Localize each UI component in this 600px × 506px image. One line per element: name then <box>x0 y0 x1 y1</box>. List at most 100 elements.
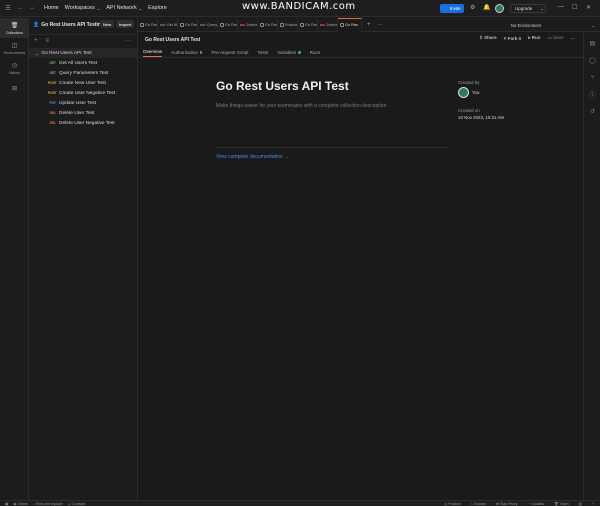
proxy-icon: ⇄ <box>496 502 500 506</box>
request-tab[interactable]: DEL Delete <box>318 17 338 32</box>
comments-icon[interactable]: ◯ <box>584 52 600 69</box>
online-label: Online <box>17 501 28 506</box>
collection-description[interactable]: Make things easier for your teammates wi… <box>216 103 388 109</box>
filter-icon[interactable]: ≡ <box>46 38 50 44</box>
share-icon: ⇪ <box>479 35 483 40</box>
run-button[interactable]: ▸ Run <box>528 35 540 41</box>
request-name: Create New User Test <box>59 80 106 86</box>
postbot-button[interactable]: ◎ Postbot <box>444 502 460 506</box>
request-tab[interactable]: GET Get Al <box>158 17 178 32</box>
request-item[interactable]: DEL Delete User Negative Test <box>29 118 137 128</box>
nav-api-network[interactable]: API Network ⌄ <box>106 5 142 11</box>
layout-icon[interactable]: ▥ <box>579 502 582 506</box>
collection-item[interactable]: ⌄ Go Rest Users API Test <box>29 48 137 58</box>
trash-button[interactable]: 🗑 Trash <box>554 502 569 506</box>
rail-history[interactable]: ◷ History <box>0 58 29 78</box>
find-replace-button[interactable]: ⌕ Find and replace <box>33 502 63 506</box>
runner-button[interactable]: ▷ Runner <box>470 502 486 506</box>
cookies-button[interactable]: ◔ Cookies <box>528 502 544 506</box>
plus-icon[interactable]: + <box>34 38 38 44</box>
environment-label: No Environment <box>511 22 542 28</box>
request-tab[interactable]: Go Res <box>218 17 238 32</box>
import-button[interactable]: Import <box>116 20 135 28</box>
request-tab[interactable]: DEL Delete <box>238 17 258 32</box>
close-icon[interactable]: ✕ <box>586 4 591 11</box>
created-on-label: Created on <box>458 108 480 113</box>
bandicam-watermark: www.BANDICAM.com <box>242 1 356 12</box>
created-on-value: 10 Nov 2023, 10:31 AM <box>458 115 504 120</box>
gear-icon[interactable]: ⚙ <box>470 4 475 11</box>
nav-explore[interactable]: Explore <box>148 5 167 11</box>
request-item[interactable]: POST Create User Negative Test <box>29 88 137 98</box>
upgrade-button[interactable]: Upgrade ⌄ <box>510 4 546 13</box>
request-item[interactable]: GET Query Parameters Test <box>29 68 137 78</box>
method-badge: GET <box>160 22 166 27</box>
nav-workspaces[interactable]: Workspaces ⌄ <box>65 5 101 11</box>
request-tab[interactable]: GET Query <box>198 17 218 32</box>
workspace-name[interactable]: Go Rest Users API Testing <box>41 22 104 28</box>
rail-configure[interactable]: ⊞ <box>0 78 29 98</box>
changelog-icon[interactable]: ⑂ <box>584 69 600 86</box>
request-item[interactable]: DEL Delete User Test <box>29 108 137 118</box>
tab-variables[interactable]: Variables <box>277 50 301 57</box>
share-button[interactable]: ⇪ Share <box>479 35 497 41</box>
request-item[interactable]: PUT Update User Test <box>29 98 137 108</box>
invite-button[interactable]: 👤 Invite <box>440 4 464 13</box>
collection-icon <box>220 22 224 27</box>
minimize-icon[interactable]: — <box>558 4 564 10</box>
online-icon: ◉ <box>13 501 17 506</box>
method-badge: GET <box>49 71 56 75</box>
collection-header-title[interactable]: Go Rest Users API Test <box>145 37 200 43</box>
tab-authorization[interactable]: Authorization <box>171 50 203 57</box>
console-label: Console <box>72 501 86 506</box>
add-tab-icon[interactable]: + <box>367 22 371 28</box>
more-icon[interactable]: ··· <box>125 38 131 44</box>
request-item[interactable]: GET Get All Users Test <box>29 58 137 68</box>
tabs-more-icon[interactable]: ··· <box>378 22 383 28</box>
collection-icon <box>260 22 264 27</box>
request-tab[interactable]: Go Res <box>138 17 158 32</box>
nav-home[interactable]: Home <box>44 5 59 11</box>
avatar[interactable] <box>495 4 504 13</box>
sidebar-toggle-icon[interactable]: ▣ <box>5 502 8 506</box>
info-icon[interactable]: ⓘ <box>584 86 600 103</box>
request-tab[interactable]: Postma <box>278 17 298 32</box>
help-icon[interactable]: ? <box>592 502 594 506</box>
documentation-icon[interactable]: ▤ <box>584 35 600 52</box>
tab-tests[interactable]: Tests <box>258 50 269 57</box>
request-tab[interactable]: Go Res <box>298 17 318 32</box>
back-icon[interactable]: ← <box>14 2 26 14</box>
tab-runs[interactable]: Runs <box>310 50 321 57</box>
console-button[interactable]: ▭ Console <box>68 502 86 506</box>
more-icon[interactable]: ··· <box>571 36 576 41</box>
tab-label: Go Res <box>345 23 358 27</box>
save-button[interactable]: ▭ Save <box>547 35 563 41</box>
tab-overview[interactable]: Overview <box>143 49 163 57</box>
request-item[interactable]: POST Create New User Test <box>29 78 137 88</box>
tab-pre-request-script[interactable]: Pre-request Script <box>211 50 248 57</box>
new-button[interactable]: New <box>100 20 115 28</box>
start-proxy-button[interactable]: ⇄ Start Proxy <box>496 502 518 506</box>
rail-environments[interactable]: ◫ Environments <box>0 38 29 58</box>
save-label: Save <box>552 35 564 40</box>
request-tab[interactable]: Go Res <box>258 17 278 32</box>
collection-icon <box>140 22 144 27</box>
forward-icon[interactable]: → <box>26 2 38 14</box>
tab-label: Delete <box>326 22 338 27</box>
environment-select[interactable]: No Environment ⌄ <box>508 21 598 29</box>
bell-icon[interactable]: 🔔 <box>483 4 490 11</box>
page-title[interactable]: Go Rest Users API Test <box>216 79 349 93</box>
save-icon: ▭ <box>547 35 552 40</box>
request-tab-active[interactable]: Go Res <box>338 17 362 32</box>
tab-label: Delete <box>246 22 258 27</box>
online-status[interactable]: ◉ Online <box>13 502 28 506</box>
request-tab[interactable]: Go Res <box>178 17 198 32</box>
menu-icon[interactable]: ☰ <box>2 2 14 14</box>
view-documentation-link[interactable]: View complete documentation → <box>216 154 289 160</box>
rail-collections[interactable]: 🗑 Collections <box>0 18 29 38</box>
tab-label: Go Res <box>185 22 198 27</box>
method-badge: GET <box>49 61 56 65</box>
maximize-icon[interactable]: ☐ <box>572 4 577 11</box>
history-icon[interactable]: ↺ <box>584 103 600 120</box>
fork-button[interactable]: ⑂ Fork 0 <box>504 36 522 41</box>
